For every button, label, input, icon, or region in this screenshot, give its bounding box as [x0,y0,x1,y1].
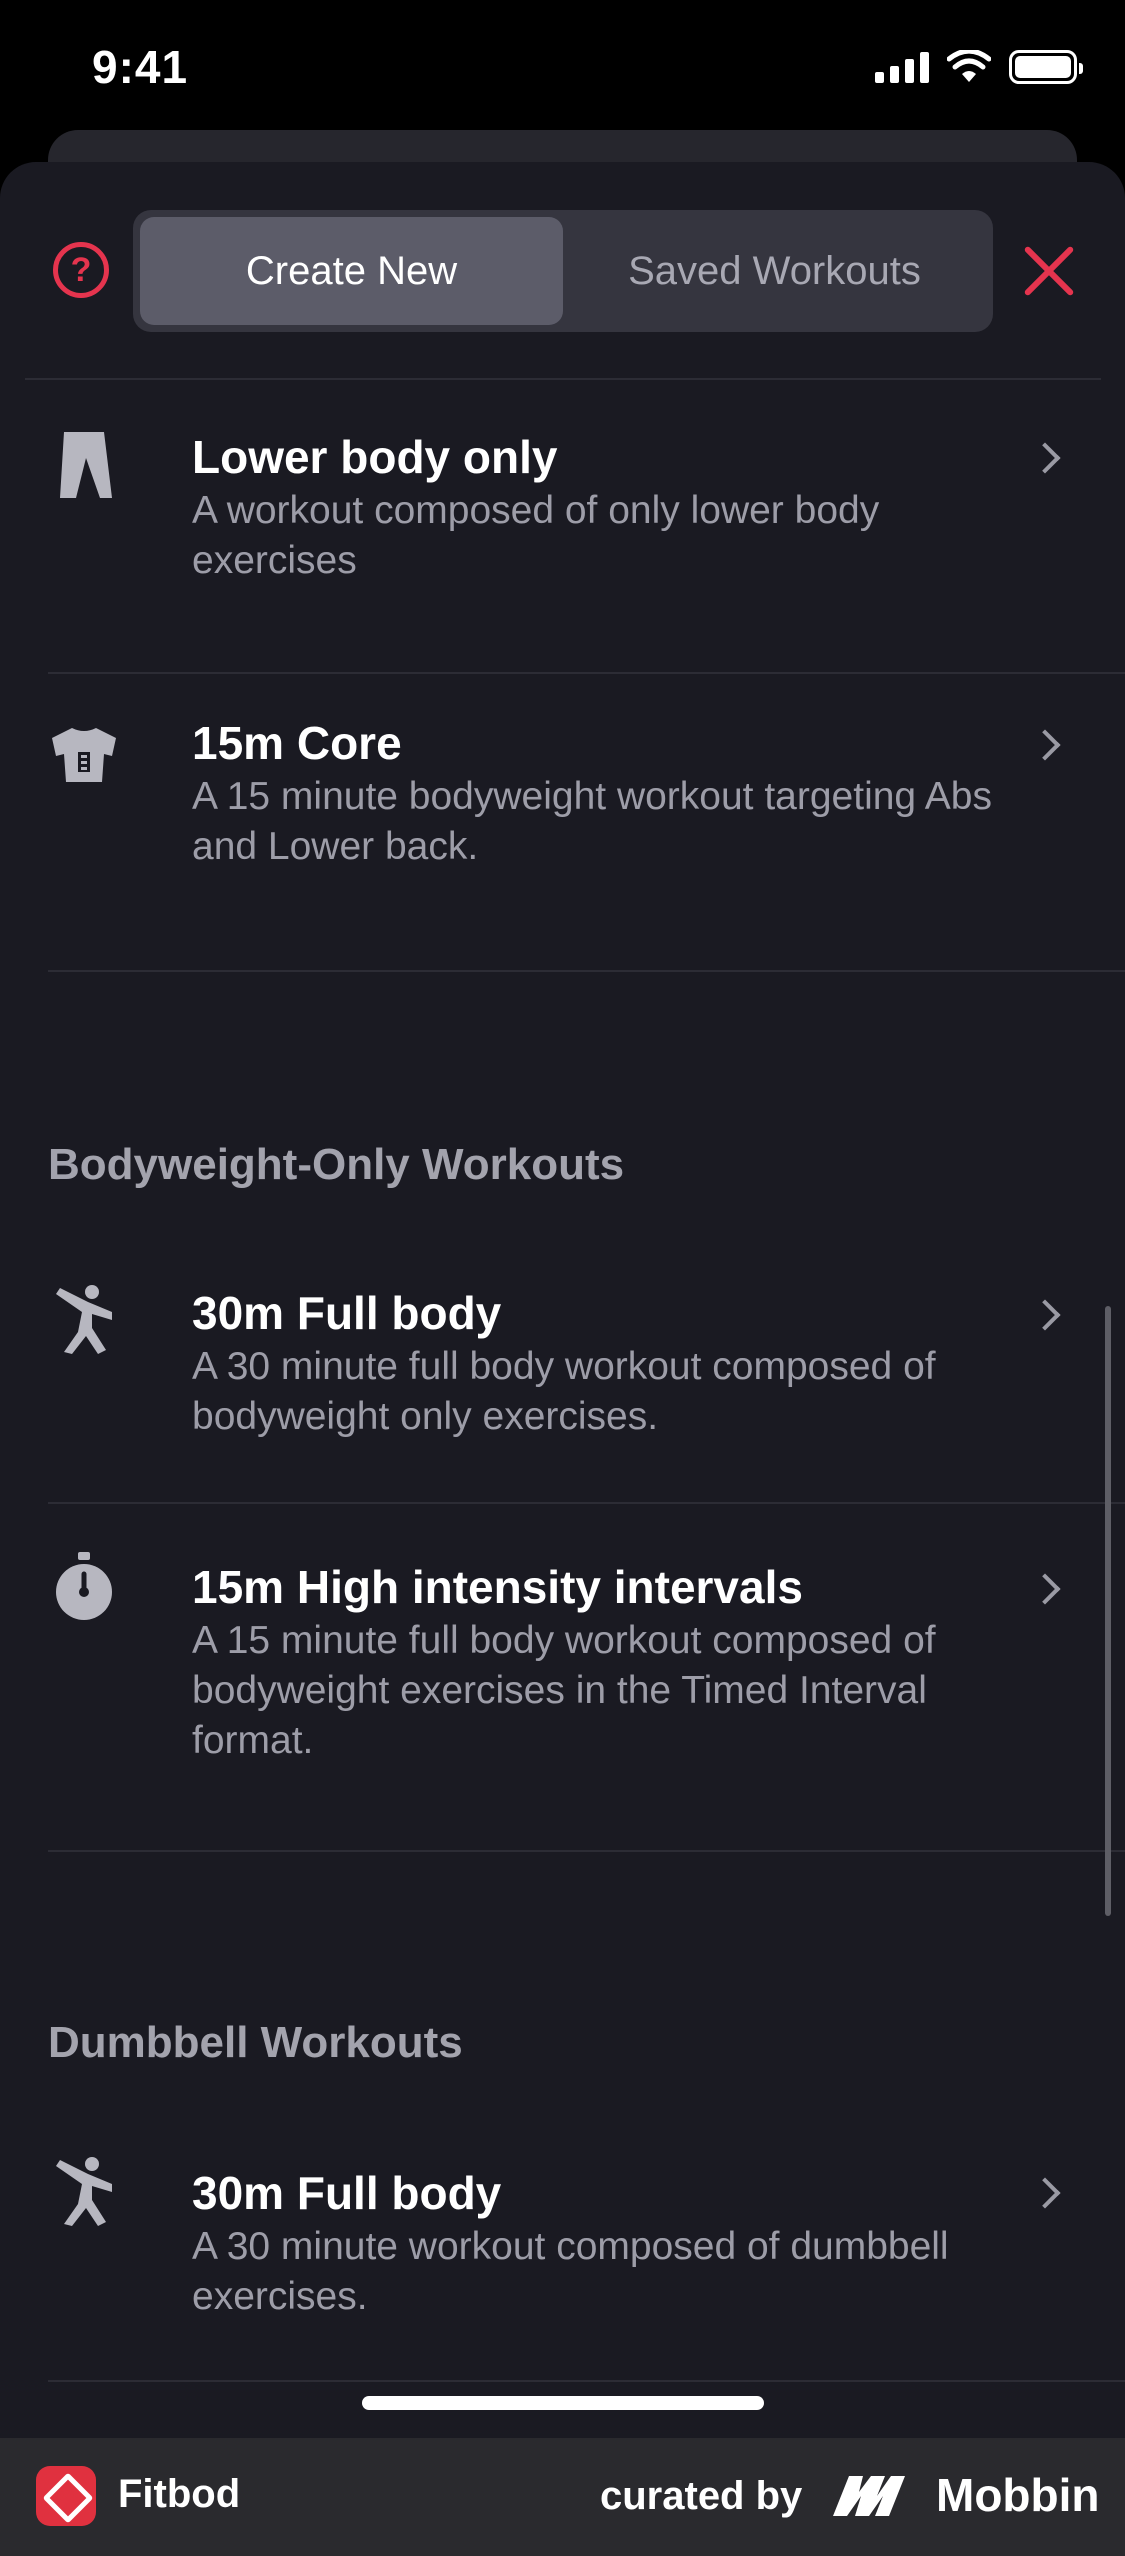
question-circle-icon: ? [70,250,92,289]
chevron-right-icon [1029,1299,1061,1331]
chevron-right-icon [1029,2177,1061,2209]
item-description: A workout composed of only lower body ex… [192,489,880,582]
chevron-right-icon [1029,1573,1061,1605]
workout-item-dumbbell-full-body[interactable]: 30m Full body A 30 minute workout compos… [0,2106,1125,2382]
mobbin-logo-icon [833,2476,905,2516]
item-description: A 15 minute bodyweight workout targeting… [192,775,992,868]
item-title: 15m High intensity intervals [192,1561,803,1613]
cellular-signal-icon [875,51,929,83]
person-exercise-icon [56,1285,112,1354]
scrollbar[interactable] [1105,1306,1111,1916]
fitbod-logo-icon [36,2466,96,2526]
attribution-footer: Fitbod curated by Mobbin [0,2438,1125,2556]
status-bar: 9:41 [0,0,1125,140]
workout-sheet: ? Create New Saved Workouts Lower body o… [0,162,1125,2438]
curated-by-label: curated by [600,2474,803,2518]
divider [48,1850,1125,1852]
close-button[interactable] [1020,242,1080,302]
item-title: 15m Core [192,717,402,769]
section-title-bodyweight: Bodyweight-Only Workouts [48,1140,625,1189]
chevron-right-icon [1029,729,1061,761]
brand-name: Mobbin [936,2469,1100,2521]
battery-icon [1009,50,1083,84]
workout-item-core[interactable]: 15m Core A 15 minute bodyweight workout … [0,674,1125,970]
item-description: A 30 minute workout composed of dumbbell… [192,2225,949,2318]
app-name: Fitbod [118,2472,241,2516]
wifi-icon [947,50,991,82]
item-description: A 30 minute full body workout composed o… [192,1345,936,1438]
workout-item-lower-body[interactable]: Lower body only A workout composed of on… [0,380,1125,672]
status-time: 9:41 [92,41,189,93]
torso-icon [52,728,116,782]
item-title: Lower body only [192,431,558,483]
help-button[interactable]: ? [53,242,109,298]
divider [48,970,1125,972]
home-indicator[interactable] [362,2396,764,2410]
section-title-dumbbell: Dumbbell Workouts [48,2018,463,2067]
tab-create-new[interactable]: Create New [140,217,563,325]
item-description: A 15 minute full body workout composed o… [192,1619,936,1762]
item-title: 30m Full body [192,2167,502,2219]
status-icons [875,50,1083,84]
workout-item-bodyweight-full-body[interactable]: 30m Full body A 30 minute full body work… [0,1228,1125,1504]
item-title: 30m Full body [192,1287,502,1339]
chevron-right-icon [1029,442,1061,474]
sheet-header: ? Create New Saved Workouts [0,162,1125,378]
stopwatch-icon [56,1552,112,1620]
divider [48,2380,1125,2382]
person-exercise-icon [56,2157,112,2226]
workout-item-hiit[interactable]: 15m High intensity intervals A 15 minute… [0,1504,1125,1852]
legs-icon [60,432,112,498]
tab-saved-workouts[interactable]: Saved Workouts [563,217,986,325]
segmented-control: Create New Saved Workouts [133,210,993,332]
